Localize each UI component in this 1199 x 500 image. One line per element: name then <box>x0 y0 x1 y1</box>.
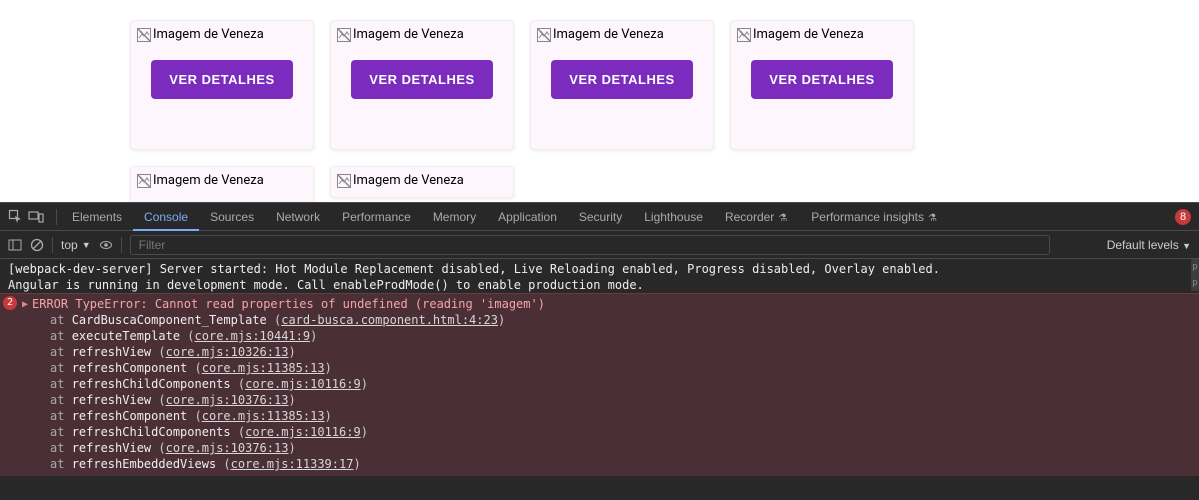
stack-frame: at refreshView (core.mjs:10326:13) <box>0 344 1199 360</box>
card: Imagem de Veneza VER DETALHES <box>730 20 914 150</box>
devtools-tab-performance-insights[interactable]: Performance insights⚗ <box>800 203 950 231</box>
chevron-down-icon: ▼ <box>82 240 91 250</box>
devtools-tab-network[interactable]: Network <box>265 203 331 231</box>
card: Imagem de Veneza VER DETALHES <box>530 20 714 150</box>
source-link[interactable]: card-busca.component.html:4:23 <box>281 313 498 327</box>
log-levels-selector[interactable]: Default levels ▼ <box>1107 238 1191 252</box>
broken-image-icon: Imagem de Veneza <box>737 27 907 42</box>
devtools-tab-console[interactable]: Console <box>133 203 199 231</box>
card: Imagem de Veneza VER DETALHES <box>130 20 314 150</box>
error-stack: at CardBuscaComponent_Template (card-bus… <box>0 312 1199 472</box>
source-link[interactable]: core.mjs:10116:9 <box>245 377 361 391</box>
source-link[interactable]: core.mjs:11339:17 <box>231 457 354 471</box>
error-block: 2 ▶ ERROR TypeError: Cannot read propert… <box>0 293 1199 476</box>
image-alt-text: Imagem de Veneza <box>353 27 464 42</box>
stack-frame: at CardBuscaComponent_Template (card-bus… <box>0 312 1199 328</box>
filter-input[interactable] <box>130 235 1050 255</box>
devtools-tabstrip: ElementsConsoleSourcesNetworkPerformance… <box>0 203 1199 231</box>
stack-frame: at refreshComponent (core.mjs:11385:13) <box>0 408 1199 424</box>
device-toggle-icon[interactable] <box>28 209 44 225</box>
source-link[interactable]: core.mjs:10376:13 <box>166 393 289 407</box>
devtools-tab-sources[interactable]: Sources <box>199 203 265 231</box>
flask-icon: ⚗ <box>776 212 789 225</box>
log-line: [webpack-dev-server] Server started: Hot… <box>0 261 1199 277</box>
expand-arrow-icon[interactable]: ▶ <box>22 297 28 313</box>
card: Imagem de Veneza <box>330 166 514 198</box>
image-alt-text: Imagem de Veneza <box>353 173 464 188</box>
stack-frame: at refreshEmbeddedViews (core.mjs:11339:… <box>0 456 1199 472</box>
image-alt-text: Imagem de Veneza <box>753 27 864 42</box>
card: Imagem de Veneza VER DETALHES <box>330 20 514 150</box>
clear-console-icon[interactable] <box>30 238 44 252</box>
devtools-tab-elements[interactable]: Elements <box>61 203 133 231</box>
sidebar-marker: p <box>1191 275 1199 291</box>
sidebar-marker: p <box>1191 259 1199 275</box>
broken-image-icon: Imagem de Veneza <box>137 27 307 42</box>
live-expression-icon[interactable] <box>99 238 113 252</box>
devtools-tab-memory[interactable]: Memory <box>422 203 487 231</box>
stack-frame: at refreshView (core.mjs:10376:13) <box>0 392 1199 408</box>
devtools-tab-recorder[interactable]: Recorder⚗ <box>714 203 800 231</box>
error-heading: ERROR TypeError: Cannot read properties … <box>0 296 1199 312</box>
image-alt-text: Imagem de Veneza <box>553 27 664 42</box>
devtools-tab-application[interactable]: Application <box>487 203 568 231</box>
source-link[interactable]: core.mjs:10376:13 <box>166 441 289 455</box>
ver-detalhes-button[interactable]: VER DETALHES <box>751 60 892 99</box>
console-toolbar: top ▼ Default levels ▼ <box>0 231 1199 259</box>
broken-image-icon: Imagem de Veneza <box>337 173 507 188</box>
source-link[interactable]: core.mjs:11385:13 <box>202 361 325 375</box>
context-label: top <box>61 238 78 252</box>
ver-detalhes-button[interactable]: VER DETALHES <box>351 60 492 99</box>
source-link[interactable]: core.mjs:11385:13 <box>202 409 325 423</box>
error-repeat-badge: 2 <box>3 296 17 310</box>
devtools-tab-performance[interactable]: Performance <box>331 203 422 231</box>
ver-detalhes-button[interactable]: VER DETALHES <box>551 60 692 99</box>
inspect-element-icon[interactable] <box>8 209 24 225</box>
separator <box>121 237 122 253</box>
separator <box>52 237 53 253</box>
broken-image-icon: Imagem de Veneza <box>337 27 507 42</box>
stack-frame: at refreshChildComponents (core.mjs:1011… <box>0 424 1199 440</box>
stack-frame: at refreshView (core.mjs:10376:13) <box>0 440 1199 456</box>
source-link[interactable]: core.mjs:10441:9 <box>195 329 311 343</box>
devtools-panel: ElementsConsoleSourcesNetworkPerformance… <box>0 202 1199 500</box>
image-alt-text: Imagem de Veneza <box>153 27 264 42</box>
devtools-tab-security[interactable]: Security <box>568 203 633 231</box>
sidebar-toggle-icon[interactable] <box>8 238 22 252</box>
image-alt-text: Imagem de Veneza <box>153 173 264 188</box>
execution-context-selector[interactable]: top ▼ <box>61 238 91 252</box>
broken-image-icon: Imagem de Veneza <box>137 173 307 188</box>
ver-detalhes-button[interactable]: VER DETALHES <box>151 60 292 99</box>
log-line: Angular is running in development mode. … <box>0 277 1199 293</box>
error-count-badge[interactable]: 8 <box>1175 209 1191 225</box>
devtools-tab-lighthouse[interactable]: Lighthouse <box>633 203 714 231</box>
stack-frame: at executeTemplate (core.mjs:10441:9) <box>0 328 1199 344</box>
source-link[interactable]: core.mjs:10326:13 <box>166 345 289 359</box>
stack-frame: at refreshComponent (core.mjs:11385:13) <box>0 360 1199 376</box>
flask-icon: ⚗ <box>926 212 939 225</box>
broken-image-icon: Imagem de Veneza <box>537 27 707 42</box>
source-link[interactable]: core.mjs:10116:9 <box>245 425 361 439</box>
chevron-down-icon: ▼ <box>1182 241 1191 251</box>
stack-frame: at refreshChildComponents (core.mjs:1011… <box>0 376 1199 392</box>
console-output: [webpack-dev-server] Server started: Hot… <box>0 259 1199 478</box>
separator <box>56 209 57 225</box>
